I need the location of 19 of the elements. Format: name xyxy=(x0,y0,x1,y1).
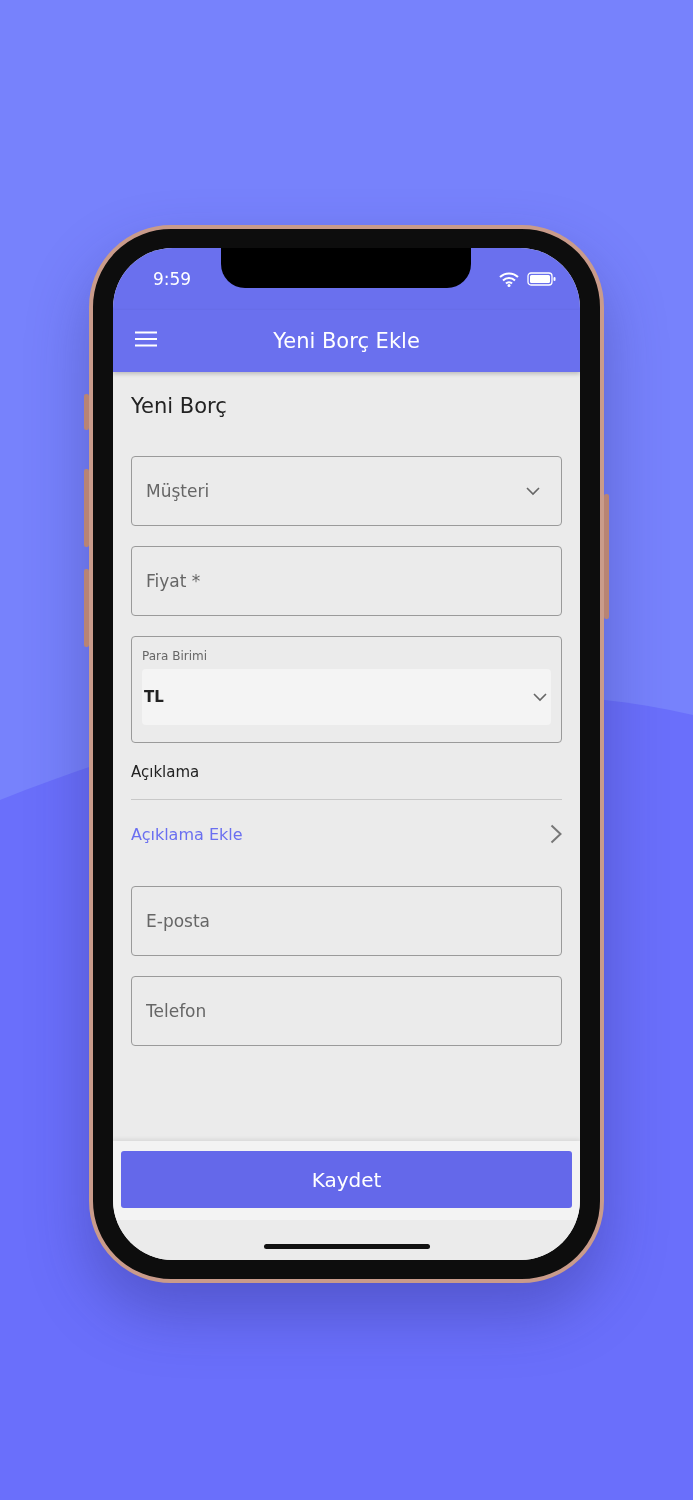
add-description-link[interactable]: Açıklama Ekle xyxy=(131,824,243,844)
dropdown-field[interactable]: Para Birimi TL xyxy=(131,636,562,743)
selected-value: TL xyxy=(144,688,164,706)
status-time: 9:59 xyxy=(153,269,192,289)
chevron-down-icon xyxy=(533,692,547,702)
chevron-down-icon xyxy=(526,487,540,496)
dropdown-field[interactable]: Müşteri xyxy=(131,456,562,526)
section-label: Açıklama xyxy=(131,763,200,781)
app-bar-title: Yeni Borç Ekle xyxy=(273,329,420,353)
field-label: Para Birimi xyxy=(142,649,207,663)
wifi-icon xyxy=(499,271,519,287)
save-button[interactable]: Kaydet xyxy=(121,1151,572,1208)
input-field[interactable]: Fiyat * xyxy=(131,546,562,616)
page-heading: Yeni Borç xyxy=(131,394,228,418)
battery-icon xyxy=(527,272,556,286)
input-field[interactable]: Telefon xyxy=(131,976,562,1046)
chevron-right-icon[interactable] xyxy=(550,824,562,844)
input-field[interactable]: E-posta xyxy=(131,886,562,956)
menu-icon[interactable] xyxy=(135,331,157,347)
